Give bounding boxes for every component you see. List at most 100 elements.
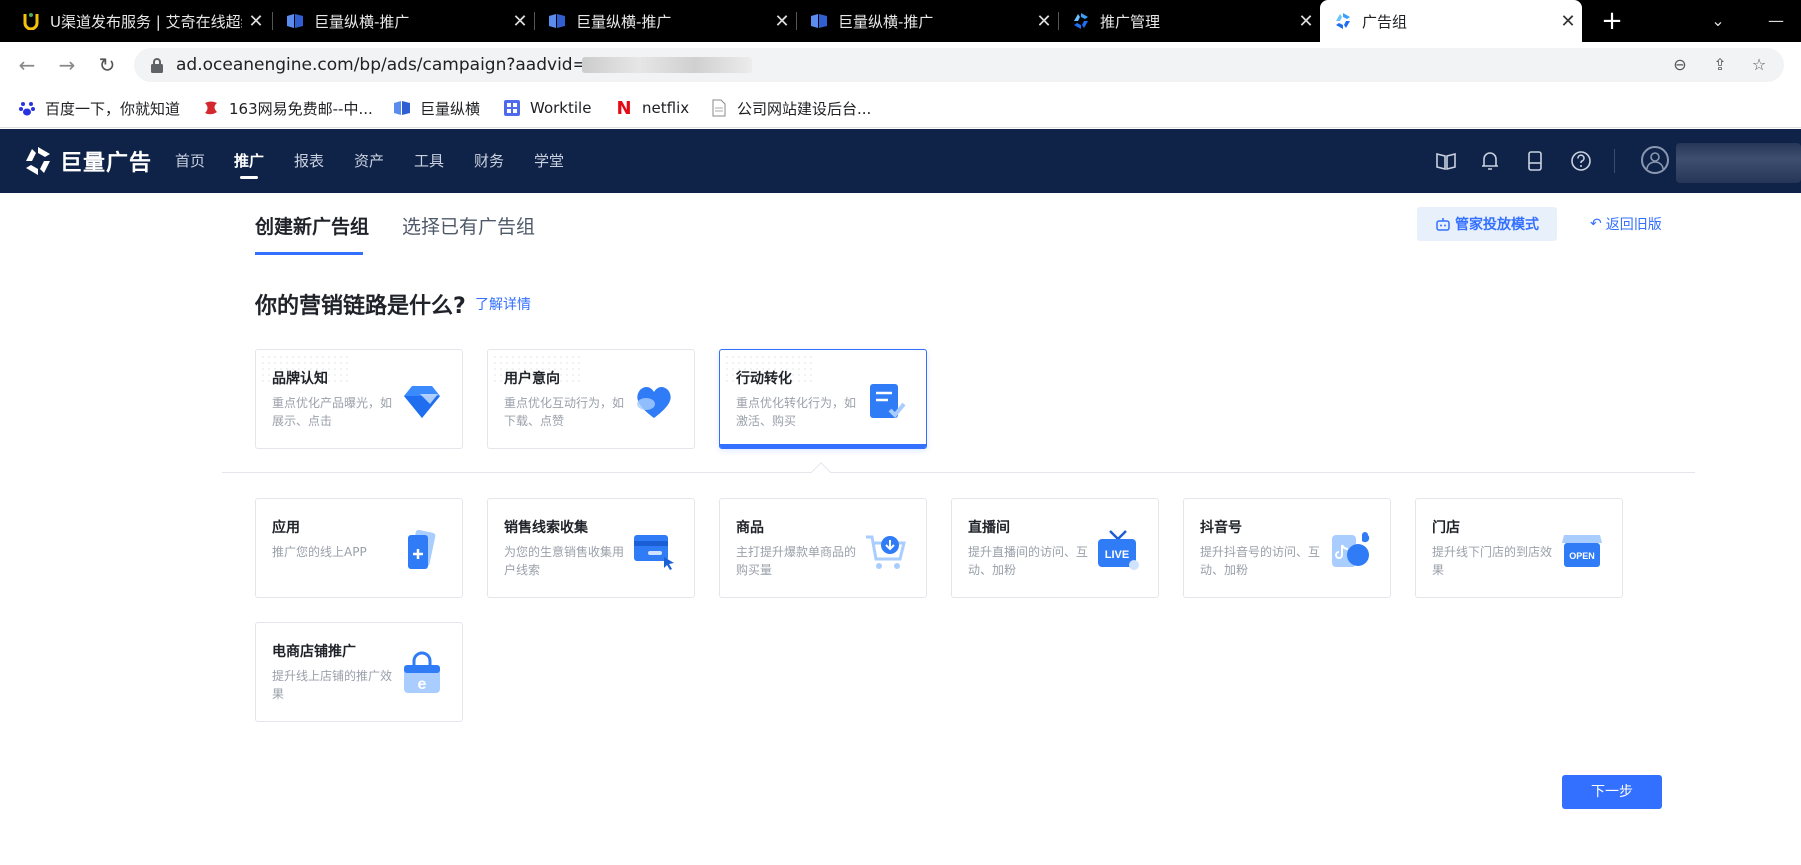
avatar[interactable] xyxy=(1641,146,1669,174)
card-title: 销售线索收集 xyxy=(504,520,588,536)
back-to-old-version-link[interactable]: ↶ 返回旧版 xyxy=(1590,214,1662,234)
tab-title: 巨量纵横-推广 xyxy=(576,12,672,31)
tab-select-existing-group[interactable]: 选择已有广告组 xyxy=(402,212,535,239)
card-description: 为您的生意销售收集用户线索 xyxy=(504,545,625,577)
marketing-chain-question: 你的营销链路是什么? xyxy=(255,294,466,319)
nav-reports[interactable]: 报表 xyxy=(294,129,324,193)
reload-icon[interactable]: ↻ xyxy=(92,50,122,80)
netease-icon xyxy=(202,99,220,117)
goal-card-ecommerce-shop[interactable]: 电商店铺推广 提升线上店铺的推广效果 e xyxy=(255,622,463,722)
juliang-zongheng-icon xyxy=(810,12,828,30)
brand-logo[interactable]: 巨量广告 xyxy=(22,143,152,179)
browser-tab-3[interactable]: 巨量纵横-推广 ✕ xyxy=(534,0,796,42)
card-description: 主打提升爆款单商品的购买量 xyxy=(736,545,857,577)
bookmark-label: netflix xyxy=(642,99,690,117)
browser-tab-1[interactable]: U渠道发布服务 | 艾奇在线超级... ✕ xyxy=(8,0,270,42)
nav-home[interactable]: 首页 xyxy=(175,129,205,193)
ocean-engine-icon xyxy=(1072,12,1090,30)
tablet-icon[interactable] xyxy=(1523,149,1547,173)
card-title: 用户意向 xyxy=(504,371,560,387)
card-title: 商品 xyxy=(736,520,764,536)
browser-tab-active[interactable]: 广告组 ✕ xyxy=(1320,0,1582,42)
goal-card-store[interactable]: 门店 提升线下门店的到店效果 OPEN xyxy=(1415,498,1623,598)
close-icon[interactable]: ✕ xyxy=(768,11,796,32)
card-description: 提升线下门店的到店效果 xyxy=(1432,545,1553,577)
nav-finance[interactable]: 财务 xyxy=(474,129,504,193)
bookmark-item[interactable]: Worktile xyxy=(503,96,591,120)
juliang-zongheng-icon xyxy=(393,99,411,117)
nav-promotion[interactable]: 推广 xyxy=(234,129,264,193)
tab-create-new-group[interactable]: 创建新广告组 xyxy=(255,212,369,239)
back-arrow-icon[interactable]: ← xyxy=(12,50,42,80)
chain-card-action-conversion[interactable]: 行动转化 重点优化转化行为，如激活、购买 xyxy=(719,349,927,449)
bookmark-label: 百度一下，你就知道 xyxy=(45,99,181,118)
baidu-icon xyxy=(18,99,36,117)
juliang-zongheng-icon xyxy=(286,12,304,30)
book-icon[interactable] xyxy=(1434,149,1458,173)
tab-title: 巨量纵横-推广 xyxy=(314,12,410,31)
minimize-icon[interactable]: — xyxy=(1760,6,1792,36)
close-icon[interactable]: ✕ xyxy=(1030,11,1058,32)
learn-more-link[interactable]: 了解详情 xyxy=(475,294,531,314)
bookmark-item[interactable]: 百度一下，你就知道 xyxy=(18,96,180,120)
browser-tab-5[interactable]: 推广管理 ✕ xyxy=(1058,0,1320,42)
heart-icon xyxy=(637,386,671,418)
open-badge-text: OPEN xyxy=(1569,551,1595,561)
form-check-icon xyxy=(870,384,906,418)
browser-tab-2[interactable]: 巨量纵横-推广 ✕ xyxy=(272,0,534,42)
close-icon[interactable]: ✕ xyxy=(1554,11,1582,32)
live-badge-text: LIVE xyxy=(1105,549,1129,561)
undo-arrow-icon: ↶ xyxy=(1590,216,1602,232)
card-description: 提升抖音号的访问、互动、加粉 xyxy=(1200,545,1321,577)
tab-search-icon[interactable]: ⌄ xyxy=(1702,6,1734,36)
address-bar[interactable]: ad.oceanengine.com/bp/ads/campaign?aadvi… xyxy=(134,48,1784,82)
card-description: 重点优化产品曝光，如展示、点击 xyxy=(272,396,393,428)
goal-card-products[interactable]: 商品 主打提升爆款单商品的购买量 xyxy=(719,498,927,598)
ocean-engine-logo-icon xyxy=(26,147,50,175)
document-icon xyxy=(710,99,728,117)
store-open-icon: OPEN xyxy=(1562,535,1602,567)
bookmark-item[interactable]: N netflix xyxy=(615,96,689,120)
bell-icon[interactable] xyxy=(1478,149,1502,173)
zoom-icon[interactable]: ⊖ xyxy=(1669,54,1691,76)
ocean-engine-icon xyxy=(1334,12,1352,30)
bookmark-item[interactable]: 163网易免费邮--中... xyxy=(202,96,373,120)
card-description: 提升线上店铺的推广效果 xyxy=(272,669,393,701)
card-description: 重点优化转化行为，如激活、购买 xyxy=(736,396,857,428)
chain-card-user-intent[interactable]: 用户意向 重点优化互动行为，如下载、点赞 xyxy=(487,349,695,449)
bookmark-item[interactable]: 巨量纵横 xyxy=(393,96,480,120)
close-icon[interactable]: ✕ xyxy=(242,11,270,32)
bookmark-star-icon[interactable]: ☆ xyxy=(1748,54,1770,76)
goal-card-douyin-account[interactable]: 抖音号 提升抖音号的访问、互动、加粉 xyxy=(1183,498,1391,598)
bookmark-item[interactable]: 公司网站建设后台... xyxy=(710,96,871,120)
robot-icon xyxy=(1436,218,1450,231)
close-icon[interactable]: ✕ xyxy=(1292,11,1320,32)
shop-bag-icon: e xyxy=(404,651,440,693)
goal-card-sales-leads[interactable]: 销售线索收集 为您的生意销售收集用户线索 xyxy=(487,498,695,598)
lead-card-icon xyxy=(634,535,674,570)
header-divider xyxy=(1614,149,1615,173)
url-text: ad.oceanengine.com/bp/ads/campaign?aadvi… xyxy=(176,55,587,75)
chain-card-brand-awareness[interactable]: 品牌认知 重点优化产品曝光，如展示、点击 xyxy=(255,349,463,449)
nav-tools[interactable]: 工具 xyxy=(414,129,444,193)
card-title: 直播间 xyxy=(968,520,1010,536)
tab-title: 广告组 xyxy=(1362,12,1408,31)
svg-text:e: e xyxy=(418,676,427,693)
next-step-button[interactable]: 下一步 xyxy=(1562,775,1662,809)
tab-title: U渠道发布服务 | 艾奇在线超级... xyxy=(50,12,242,31)
nav-academy[interactable]: 学堂 xyxy=(534,129,564,193)
shopping-cart-icon xyxy=(866,535,906,569)
close-icon[interactable]: ✕ xyxy=(506,11,534,32)
logo-text: 巨量广告 xyxy=(60,151,153,176)
help-icon[interactable] xyxy=(1569,149,1593,173)
browser-tab-4[interactable]: 巨量纵横-推广 ✕ xyxy=(796,0,1058,42)
goal-card-app[interactable]: 应用 推广您的线上APP xyxy=(255,498,463,598)
forward-arrow-icon[interactable]: → xyxy=(52,50,82,80)
goal-card-live-room[interactable]: 直播间 提升直播间的访问、互动、加粉 LIVE xyxy=(951,498,1159,598)
share-icon[interactable]: ⇪ xyxy=(1709,54,1731,76)
diamond-icon xyxy=(404,386,440,418)
new-tab-button[interactable]: + xyxy=(1596,5,1628,37)
manager-mode-button[interactable]: 管家投放模式 xyxy=(1417,207,1557,241)
active-tab-indicator xyxy=(255,252,363,255)
nav-assets[interactable]: 资产 xyxy=(354,129,384,193)
